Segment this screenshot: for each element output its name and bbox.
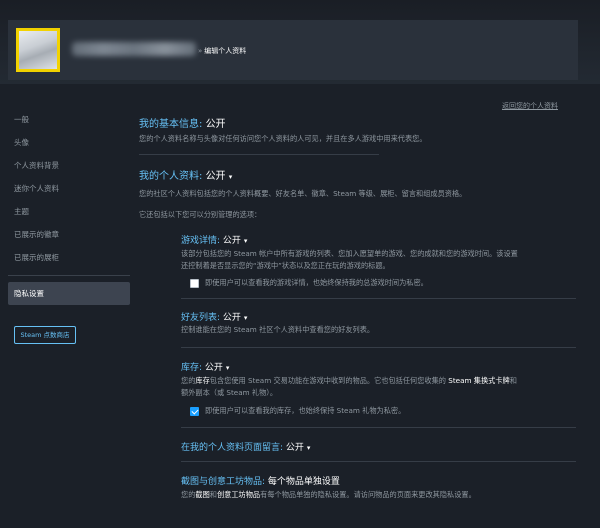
divider: [181, 298, 576, 299]
screenshots-value: 每个物品单独设置: [267, 477, 340, 487]
divider: [181, 461, 576, 462]
game-details-desc-line2: 还控制着是否显示您的“游戏中”状态以及您正在玩的游戏的标题。: [181, 261, 390, 270]
game-details-checkbox-row[interactable]: 即使用户可以查看我的游戏详情，也始终保持我的总游戏时间为私密。: [190, 278, 428, 288]
basic-info-label: 我的基本信息:: [139, 119, 203, 130]
gifts-private-checkbox[interactable]: [190, 406, 199, 416]
sidebar-item-privacy[interactable]: 隐私设置: [8, 282, 130, 305]
screenshots-desc: 您的截图和创意工坊物品有每个物品单独的隐私设置。请访问物品的页面来更改其隐私设置…: [181, 489, 576, 501]
friends-list-label: 好友列表:: [181, 313, 221, 323]
inventory-link[interactable]: 库存: [195, 376, 209, 385]
basic-info-value: 公开: [205, 119, 226, 130]
inventory-desc-c: 包含您使用 Steam 交易功能在游戏中收到的物品。它也包括任何您收集的: [209, 376, 449, 385]
inventory-desc-line1: 您的库存包含您使用 Steam 交易功能在游戏中收到的物品。它也包括任何您收集的…: [181, 375, 576, 387]
breadcrumb-separator: »: [198, 47, 203, 55]
game-playtime-private-label: 即使用户可以查看我的游戏详情，也始终保持我的总游戏时间为私密。: [205, 278, 428, 287]
friends-list-value: 公开: [222, 313, 241, 323]
chevron-down-icon: ▾: [228, 173, 233, 181]
game-details-desc-line1: 该部分包括您的 Steam 帐户中所有游戏的列表、您加入愿望单的游戏、您的成就和…: [181, 249, 518, 258]
chevron-down-icon: ▾: [306, 444, 311, 452]
profile-desc-2: 它还包括以下您可以分别管理的选项：: [139, 210, 262, 219]
inventory-label: 库存:: [181, 363, 203, 373]
sidebar-item-general[interactable]: 一般: [8, 108, 130, 131]
chevron-down-icon: ▾: [243, 237, 248, 245]
screenshots-desc-e: 有每个物品单独的隐私设置。请访问物品的页面来更改其隐私设置。: [260, 490, 476, 499]
game-details-label: 游戏详情:: [181, 236, 221, 246]
points-shop-button[interactable]: Steam 点数商店: [14, 326, 76, 344]
game-details-privacy[interactable]: 游戏详情: 公开 ▾: [181, 233, 247, 246]
sidebar-item-badges[interactable]: 已展示的徽章: [8, 223, 130, 246]
inventory-value: 公开: [204, 363, 223, 373]
comments-privacy[interactable]: 在我的个人资料页面留言: 公开 ▾: [181, 440, 310, 453]
profile-privacy[interactable]: 我的个人资料: 公开 ▾: [139, 167, 232, 182]
avatar-image: [19, 31, 57, 69]
avatar[interactable]: [16, 28, 60, 72]
divider: [139, 154, 379, 155]
breadcrumb-page: 编辑个人资料: [204, 47, 247, 55]
divider: [181, 347, 576, 348]
basic-info-title: 我的基本信息: 公开: [139, 115, 226, 130]
game-details-desc: 该部分包括您的 Steam 帐户中所有游戏的列表、您加入愿望单的游戏、您的成就和…: [181, 248, 576, 272]
inventory-desc-line2: 额外副本（或 Steam 礼物）。: [181, 388, 278, 397]
inventory-privacy[interactable]: 库存: 公开 ▾: [181, 360, 229, 373]
comments-label: 在我的个人资料页面留言:: [181, 443, 284, 453]
chevron-down-icon: ▾: [243, 314, 248, 322]
sidebar-divider: [8, 275, 130, 276]
sidebar-item-mini-profile[interactable]: 迷你个人资料: [8, 177, 130, 200]
screenshots-desc-a: 您的: [181, 490, 196, 499]
screenshots-label: 截图与创意工坊物品:: [181, 477, 266, 487]
chevron-down-icon: ▾: [225, 364, 230, 372]
profile-privacy-label: 我的个人资料:: [139, 171, 203, 182]
screenshots-privacy: 截图与创意工坊物品: 每个物品单独设置: [181, 474, 340, 487]
sidebar-item-theme[interactable]: 主题: [8, 200, 130, 223]
gifts-private-label: 即使用户可以查看我的库存，也始终保持 Steam 礼物为私密。: [205, 406, 406, 415]
trading-cards-link[interactable]: Steam 集换式卡牌: [448, 376, 509, 385]
profile-desc: 您的社区个人资料包括您的个人资料概要、好友名单、徽章、Steam 等级、展柜、留…: [139, 189, 467, 198]
profile-privacy-value: 公开: [205, 171, 226, 182]
screenshots-desc-c: 和: [209, 490, 217, 499]
inventory-checkbox-row[interactable]: 即使用户可以查看我的库存，也始终保持 Steam 礼物为私密。: [190, 406, 405, 416]
comments-value: 公开: [285, 443, 304, 453]
inventory-desc: 您的库存包含您使用 Steam 交易功能在游戏中收到的物品。它也包括任何您收集的…: [181, 375, 576, 399]
sidebar-item-showcases[interactable]: 已展示的展柜: [8, 246, 130, 269]
return-to-profile-link[interactable]: 返回您的个人资料: [502, 101, 558, 111]
sidebar-item-background[interactable]: 个人资料背景: [8, 154, 130, 177]
game-playtime-private-checkbox[interactable]: [190, 278, 199, 288]
screenshots-link[interactable]: 截图: [195, 490, 209, 499]
breadcrumb: » 编辑个人资料: [198, 46, 246, 56]
basic-info-desc: 您的个人资料名称与头像对任何访问您个人资料的人可见，并且在多人游戏中用来代表您。: [139, 134, 427, 143]
divider: [181, 427, 576, 428]
inventory-desc-e: 和: [509, 376, 517, 385]
workshop-items-link[interactable]: 创意工坊物品: [217, 490, 260, 499]
friends-list-privacy[interactable]: 好友列表: 公开 ▾: [181, 310, 247, 323]
blurred-username[interactable]: [72, 42, 196, 56]
sidebar-item-avatar[interactable]: 头像: [8, 131, 130, 154]
friends-list-desc: 控制谁能在您的 Steam 社区个人资料中查看您的好友列表。: [181, 325, 375, 334]
sidebar: 一般 头像 个人资料背景 迷你个人资料 主题 已展示的徽章 已展示的展柜 隐私设…: [8, 108, 130, 305]
game-details-value: 公开: [222, 236, 241, 246]
inventory-desc-a: 您的: [181, 376, 196, 385]
